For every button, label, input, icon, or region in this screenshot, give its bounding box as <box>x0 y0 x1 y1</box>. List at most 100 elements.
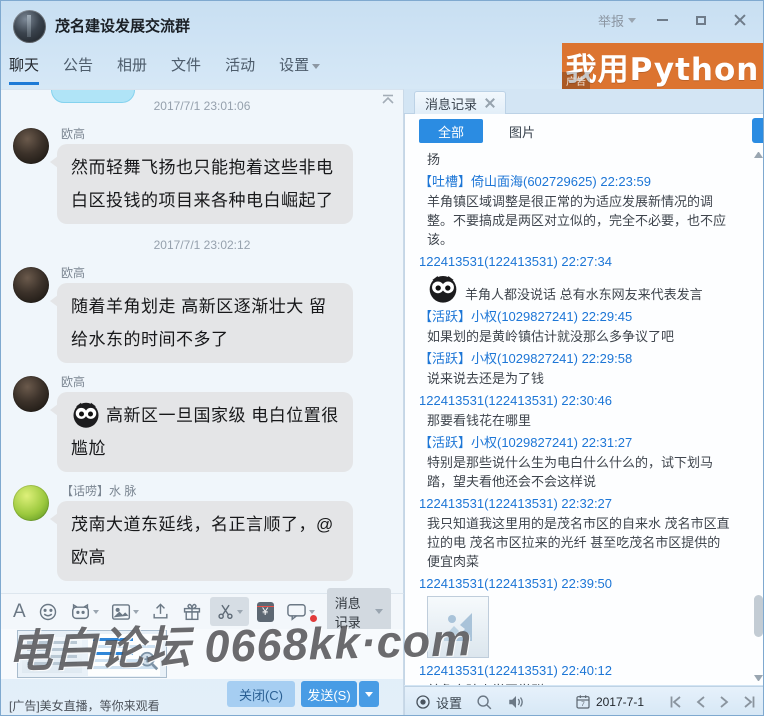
report-button[interactable]: 举报 <box>598 11 636 30</box>
records-sound-button[interactable] <box>507 694 525 710</box>
image-icon <box>111 603 131 621</box>
send-file-button[interactable] <box>151 602 170 621</box>
owl-emoji <box>427 272 459 304</box>
tab-album[interactable]: 相册 <box>117 48 147 89</box>
send-image-button[interactable] <box>111 603 139 621</box>
tab-chat[interactable]: 聊天 <box>9 48 39 89</box>
message-row: 欧高 随着羊角划走 高新区逐渐壮大 留给水东的时间不多了 <box>1 259 403 368</box>
maximize-button[interactable] <box>688 10 714 30</box>
records-body: 全部 图片 扬 【吐槽】倚山面海(602729625) 22:23:59 羊角镇… <box>404 114 764 685</box>
window-title: 茂名建设发展交流群 <box>55 15 190 36</box>
record-body: 我只知道我这里用的是茂名市区的自来水 茂名市区直拉的电 茂名市区拉来的光纤 甚至… <box>419 514 731 571</box>
emoji-button[interactable] <box>38 602 58 622</box>
message-records-panel: 消息记录 全部 图片 扬 【吐槽】倚山面海(602729625) 22:23:5… <box>404 89 764 716</box>
record-body: 羊角实验小学同学群 <box>419 681 731 685</box>
tab-activity[interactable]: 活动 <box>225 48 255 89</box>
message-bubble[interactable]: 然而轻舞飞扬也只能抱着这些非电白区投钱的项目来各种电白崛起了 <box>57 144 353 224</box>
records-filters: 全部 图片 <box>405 114 764 148</box>
message-bubble[interactable]: 高新区一旦国家级 电白位置很尴尬 <box>57 392 353 472</box>
scroll-up-icon[interactable] <box>754 152 763 158</box>
report-caret-icon <box>628 18 636 23</box>
image-caret-icon <box>133 610 139 614</box>
records-settings-button[interactable]: 设置 <box>415 693 462 712</box>
record-header[interactable]: 【活跃】小权(1029827241) 22:31:27 <box>419 433 751 452</box>
chat-panel: 2017/7/1 23:01:06 欧高 然而轻舞飞扬也只能抱着这些非电白区投钱… <box>1 89 404 716</box>
filter-all[interactable]: 全部 <box>419 119 483 143</box>
records-date-picker[interactable]: 7 2017-7-1 <box>575 694 644 710</box>
message-bubble[interactable]: 茂南大道东延线，名正言顺了，@欧高 <box>57 501 353 581</box>
record-header[interactable]: 122413531(122413531) 22:32:27 <box>419 494 751 513</box>
message-bubble[interactable]: 随着羊角划走 高新区逐渐壮大 留给水东的时间不多了 <box>57 283 353 363</box>
custom-emote-caret-icon <box>93 610 99 614</box>
avatar[interactable] <box>13 485 49 521</box>
close-icon <box>734 14 746 26</box>
minimize-button[interactable] <box>649 10 675 30</box>
message-list[interactable]: 2017/7/1 23:01:06 欧高 然而轻舞飞扬也只能抱着这些非电白区投钱… <box>1 89 404 593</box>
send-button[interactable]: 发送(S) <box>301 681 357 707</box>
ad-tag: 广告 <box>562 72 590 89</box>
qq-group-chat-window: 茂名建设发展交流群 举报 聊天 公告 相册 文件 活动 设置 我用Python … <box>0 0 764 716</box>
ad-status-text[interactable]: [广告]美女直播，等你来观看 <box>9 697 160 714</box>
tab-bar: 聊天 公告 相册 文件 活动 设置 <box>1 47 344 89</box>
send-options-button[interactable] <box>359 681 379 707</box>
tab-announcement[interactable]: 公告 <box>63 48 93 89</box>
next-page-icon[interactable] <box>719 695 729 709</box>
records-search-button[interactable] <box>476 694 493 711</box>
close-button[interactable] <box>727 10 753 30</box>
pasted-screenshot-thumbnail[interactable] <box>17 630 167 678</box>
record-header[interactable]: 122413531(122413531) 22:39:50 <box>419 574 751 593</box>
avatar[interactable] <box>13 376 49 412</box>
svg-text:7: 7 <box>581 701 585 708</box>
records-tab[interactable]: 消息记录 <box>414 91 506 114</box>
sender-name: 【话唠】水 脉 <box>61 482 391 497</box>
message-row: 欧高 然而轻舞飞扬也只能抱着这些非电白区投钱的项目来各种电白崛起了 <box>1 120 403 229</box>
record-header[interactable]: 【吐槽】倚山面海(602729625) 22:23:59 <box>419 172 751 191</box>
avatar[interactable] <box>13 267 49 303</box>
last-page-icon[interactable] <box>742 695 755 709</box>
screenshot-button[interactable] <box>210 597 249 626</box>
custom-emote-icon <box>70 602 91 621</box>
record-header[interactable]: 122413531(122413531) 22:27:34 <box>419 252 751 271</box>
filter-images[interactable]: 图片 <box>509 119 535 143</box>
tab-settings[interactable]: 设置 <box>279 48 320 89</box>
prev-page-icon[interactable] <box>696 695 706 709</box>
minimize-icon <box>657 19 668 21</box>
custom-emote-button[interactable] <box>70 602 99 621</box>
records-list[interactable]: 扬 【吐槽】倚山面海(602729625) 22:23:59 羊角镇区域调整是很… <box>405 148 751 685</box>
sender-name: 欧高 <box>61 125 391 140</box>
record-header[interactable]: 122413531(122413531) 22:30:46 <box>419 391 751 410</box>
record-image-thumbnail[interactable] <box>427 596 489 658</box>
message-input[interactable] <box>1 629 404 679</box>
alert-caret-icon <box>309 610 315 614</box>
scrollbar-thumb[interactable] <box>754 595 763 637</box>
close-records-icon[interactable] <box>485 98 495 108</box>
clipped-blue-button[interactable] <box>752 118 764 143</box>
search-icon <box>476 694 493 711</box>
records-tab-strip: 消息记录 <box>404 89 764 114</box>
close-chat-button[interactable]: 关闭(C) <box>227 681 295 707</box>
scissors-icon <box>216 602 235 621</box>
collapse-chat-icon[interactable] <box>380 94 396 108</box>
first-page-icon[interactable] <box>670 695 683 709</box>
red-packet-button[interactable]: ¥ <box>257 602 274 622</box>
record-header[interactable]: 122413531(122413531) 22:40:12 <box>419 661 751 680</box>
group-avatar[interactable] <box>13 10 46 43</box>
record-header[interactable]: 【活跃】小权(1029827241) 22:29:58 <box>419 349 751 368</box>
record-body: 羊角镇区域调整是很正常的为适应发展新情况的调整。不要搞成是两区对立似的，完全不必… <box>419 192 731 249</box>
record-header[interactable]: 【活跃】小权(1029827241) 22:29:45 <box>419 307 751 326</box>
ad-banner[interactable]: 我用Python 广告 <box>562 43 763 89</box>
records-bottom-bar: 设置 7 2017-7-1 <box>404 686 764 716</box>
gift-icon <box>182 602 202 621</box>
message-row: 【话唠】水 脉 茂南大道东延线，名正言顺了，@欧高 <box>1 477 403 586</box>
message-alert-button[interactable] <box>286 603 315 621</box>
font-style-button[interactable]: A <box>13 601 26 623</box>
gift-button[interactable] <box>182 602 202 621</box>
tab-files[interactable]: 文件 <box>171 48 201 89</box>
records-scrollbar[interactable] <box>753 150 764 683</box>
red-packet-icon: ¥ <box>257 602 274 622</box>
avatar[interactable] <box>13 128 49 164</box>
broken-image-icon <box>438 607 478 647</box>
record-body: 那要看钱花在哪里 <box>419 411 731 430</box>
magnifier-icon <box>138 650 160 672</box>
scroll-down-icon[interactable] <box>754 675 763 681</box>
